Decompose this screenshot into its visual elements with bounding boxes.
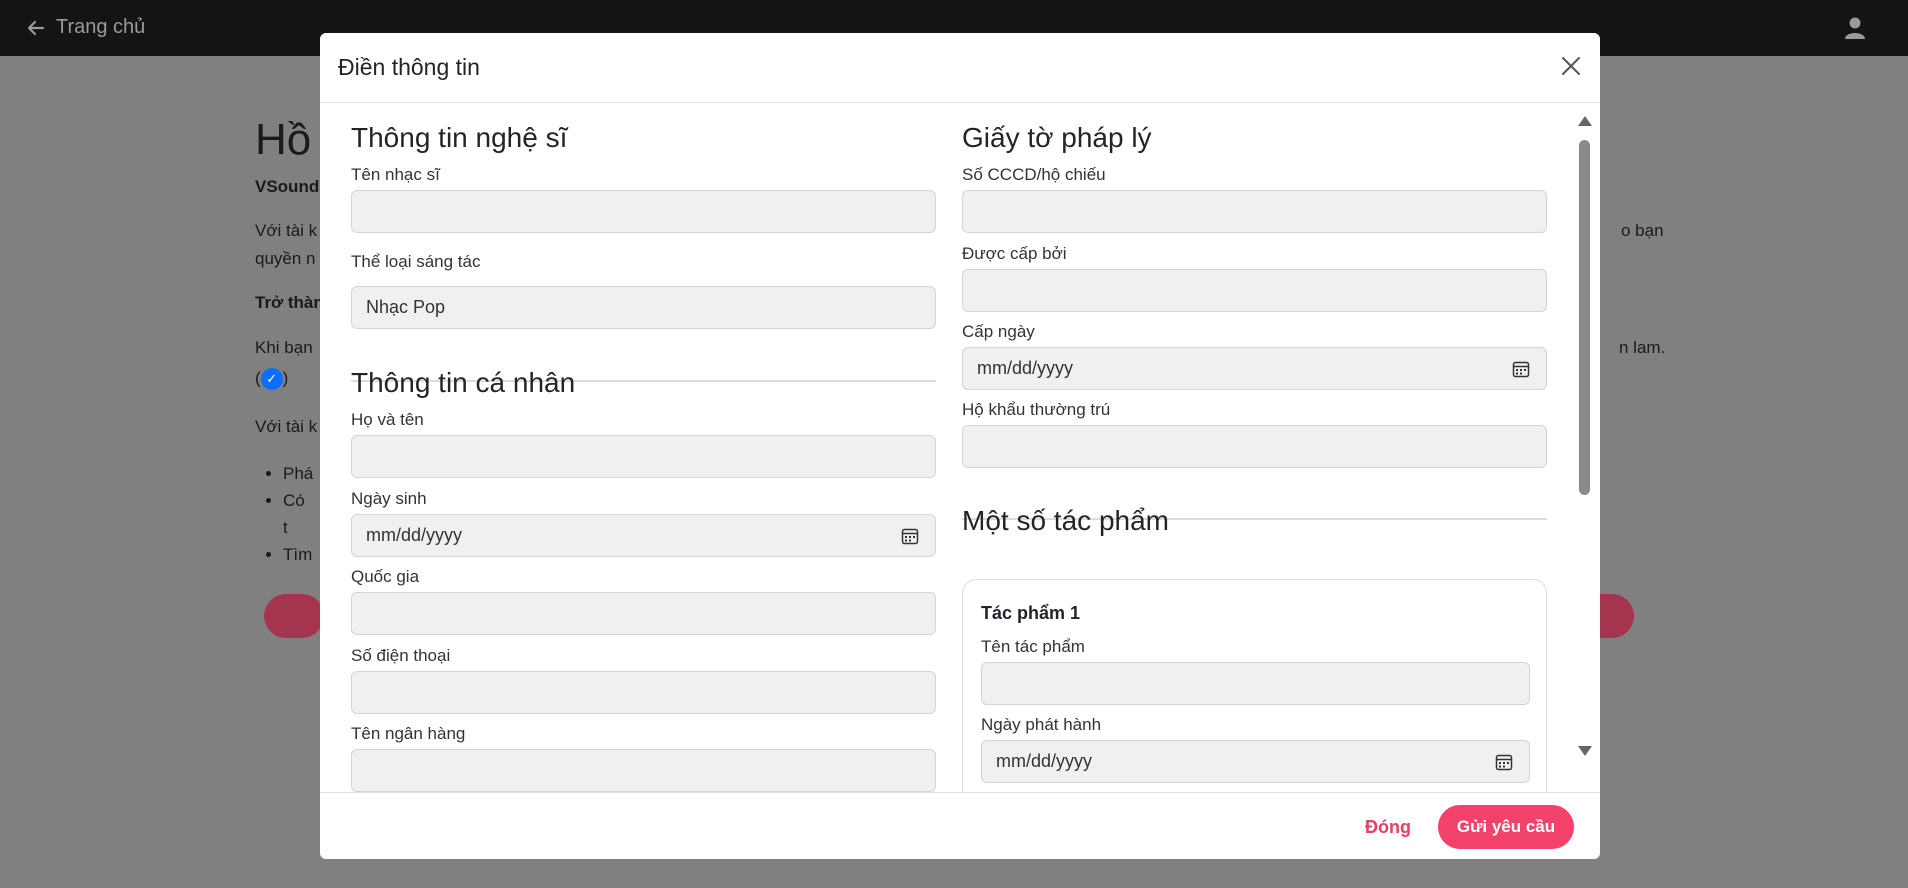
label-issue-date: Cấp ngày [962,322,1035,341]
country-input[interactable] [351,592,936,635]
background-brand: VSound [255,177,320,196]
modal-scrollbar[interactable] [1576,116,1592,756]
label-genre: Thể loại sáng tác [351,252,481,271]
background-title: Hồ [255,115,312,164]
residence-input[interactable] [962,425,1547,468]
scroll-up-arrow-icon[interactable] [1578,116,1592,126]
arrow-left-icon [27,20,45,35]
calendar-icon[interactable] [1512,360,1530,378]
label-work-name: Tên tác phẩm [981,637,1085,656]
label-residence: Hộ khẩu thường trú [962,400,1111,419]
work-card-title: Tác phẩm 1 [981,603,1081,623]
genre-select[interactable]: Nhạc Pop [351,286,936,329]
close-icon[interactable] [1556,51,1586,81]
background-line-right: n lam. [1619,338,1666,357]
background-bullet-list: Phá Có t Tìm [267,460,313,568]
background-line: Với tài k [255,417,318,436]
background-line: quyền n [255,249,316,268]
background-line: Khi bạn [255,338,313,357]
musician-name-input[interactable] [351,190,936,233]
issue-date-input[interactable]: mm/dd/yyyy [962,347,1547,390]
back-home-label: Trang chủ [56,16,146,38]
label-musician-name: Tên nhạc sĩ [351,165,440,184]
label-id-number: Số CCCD/hộ chiếu [962,165,1106,184]
release-date-placeholder: mm/dd/yyyy [996,751,1093,771]
section-title-works: Một số tác phẩm [962,505,1169,536]
label-fullname: Họ và tên [351,410,424,429]
work-card: Tác phẩm 1 Tên tác phẩm Ngày phát hành m… [962,579,1547,792]
section-title-artist: Thông tin nghệ sĩ [351,122,568,153]
label-country: Quốc gia [351,567,420,586]
list-item: Có t [283,487,313,541]
label-issued-by: Được cấp bởi [962,244,1067,263]
modal-body[interactable]: Thông tin nghệ sĩ Tên nhạc sĩ Thể loại s… [320,104,1600,792]
calendar-icon[interactable] [901,527,919,545]
background-line-right: o bạn [1621,221,1664,240]
label-release-date: Ngày phát hành [981,715,1102,734]
section-title-legal: Giấy tờ pháp lý [962,122,1152,153]
scroll-down-arrow-icon[interactable] [1578,746,1592,756]
list-item: Tìm [283,541,313,568]
release-date-input[interactable]: mm/dd/yyyy [981,740,1530,783]
label-birthday: Ngày sinh [351,489,427,508]
label-phone: Số điện thoại [351,646,451,665]
section-title-personal-text: Thông tin cá nhân [351,367,576,398]
check-badge-icon: ✓ [260,368,283,390]
work-name-input[interactable] [981,662,1530,705]
modal-title: Điền thông tin [338,54,480,80]
paren-open: ( [255,368,261,388]
close-button[interactable]: Đóng [1355,809,1421,845]
id-number-input[interactable] [962,190,1547,233]
back-home-link[interactable]: Trang chủ [26,16,145,39]
background-line: Với tài k [255,221,318,240]
modal-footer: Đóng Gửi yêu cầu [320,792,1600,859]
submit-request-button[interactable]: Gửi yêu cầu [1438,805,1574,849]
paren-close: ) [282,368,289,388]
fullname-input[interactable] [351,435,936,478]
issued-by-input[interactable] [962,269,1547,312]
background-line: (✓) [255,368,288,390]
birthday-input[interactable]: mm/dd/yyyy [351,514,936,557]
background-line: Trở thàn [255,293,324,312]
calendar-icon[interactable] [1495,753,1513,771]
bank-name-input[interactable] [351,749,936,792]
label-bank-name: Tên ngân hàng [351,724,466,743]
background-button-left [264,594,324,638]
info-modal: Điền thông tin Thông tin nghệ sĩ Tên nhạ… [320,33,1600,859]
birthday-placeholder: mm/dd/yyyy [366,525,463,545]
list-item: Phá [283,460,313,487]
phone-input[interactable] [351,671,936,714]
modal-header: Điền thông tin [320,33,1600,103]
issue-date-placeholder: mm/dd/yyyy [977,358,1074,378]
scrollbar-thumb[interactable] [1579,140,1590,495]
user-icon[interactable] [1842,15,1868,41]
